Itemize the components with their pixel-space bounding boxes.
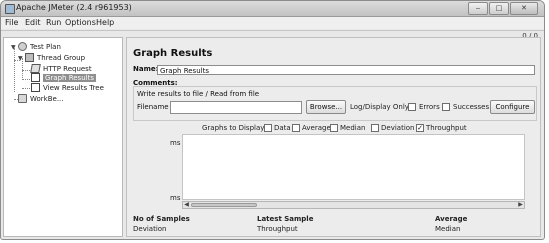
menu-edit[interactable]: Edit [25, 18, 41, 27]
throughput-label: Throughput [257, 225, 298, 233]
workbench-icon [18, 94, 27, 103]
deviation-label: Deviation [133, 225, 167, 233]
average-checkbox[interactable] [292, 124, 300, 132]
errors-checkbox[interactable] [408, 103, 416, 111]
filename-label: Filename [137, 103, 169, 111]
deviation-checkbox-label: Deviation [381, 124, 415, 132]
data-checkbox[interactable] [264, 124, 272, 132]
scroll-thumb[interactable] [191, 203, 257, 207]
sampler-icon [30, 64, 41, 73]
average-label: Average [435, 215, 468, 223]
tree-node-http-request[interactable]: HTTP Request [30, 64, 92, 73]
tree-node-graph-results[interactable]: Graph Results [31, 73, 96, 82]
menu-file[interactable]: File [5, 18, 18, 27]
horizontal-scrollbar[interactable]: ◀ ▶ [182, 201, 525, 209]
collapse-icon[interactable]: ▼ [11, 44, 16, 51]
latest-sample-label: Latest Sample [257, 215, 314, 223]
test-plan-icon [18, 42, 27, 51]
average-checkbox-label: Average [302, 124, 331, 132]
no-of-samples-label: No of Samples [133, 215, 190, 223]
thread-group-icon [25, 53, 34, 62]
tree-node-thread-group[interactable]: Thread Group [25, 53, 85, 62]
data-checkbox-label: Data [274, 124, 291, 132]
tree-node-workbench[interactable]: WorkBe... [18, 94, 64, 103]
app-icon [5, 4, 15, 14]
graphs-to-display-label: Graphs to Display [202, 124, 265, 132]
close-button[interactable]: ✕ [510, 2, 538, 15]
listener-icon [31, 83, 40, 92]
menu-help[interactable]: Help [96, 18, 114, 27]
browse-button[interactable]: Browse... [306, 100, 346, 114]
menu-options[interactable]: Options [65, 18, 96, 27]
window-title: Apache JMeter (2.4 r961953) [16, 3, 132, 12]
y-axis-min-label: ms [170, 194, 181, 202]
deviation-checkbox[interactable] [371, 124, 379, 132]
page-title: Graph Results [133, 48, 213, 59]
name-field[interactable]: Graph Results [157, 65, 535, 75]
maximize-button[interactable]: □ [489, 2, 509, 15]
successes-checkbox[interactable] [442, 103, 450, 111]
toolbar-divider [1, 30, 544, 31]
menu-run[interactable]: Run [46, 18, 61, 27]
scroll-left-icon[interactable]: ◀ [183, 202, 190, 208]
successes-label: Successes [453, 103, 490, 111]
graph-canvas [182, 134, 525, 200]
median-checkbox-label: Median [340, 124, 366, 132]
log-display-label: Log/Display Only: [350, 103, 411, 111]
tree-node-test-plan[interactable]: Test Plan [18, 42, 61, 51]
name-label: Name: [133, 65, 159, 73]
minimize-button[interactable]: ‒ [468, 2, 488, 15]
title-bar: Apache JMeter (2.4 r961953) ‒ □ ✕ [1, 1, 544, 17]
configure-button[interactable]: Configure [490, 100, 535, 114]
test-plan-tree: ▼ Test Plan ▼ Thread Group HTTP Request … [3, 37, 123, 237]
scroll-right-icon[interactable]: ▶ [517, 202, 524, 208]
collapse-icon[interactable]: ▼ [18, 55, 23, 62]
errors-label: Errors [419, 103, 440, 111]
window-controls: ‒ □ ✕ [467, 2, 538, 15]
file-section: Write results to file / Read from file F… [133, 86, 537, 121]
listener-icon [31, 73, 40, 82]
median-checkbox[interactable] [330, 124, 338, 132]
throughput-checkbox-label: Throughput [426, 124, 467, 132]
filename-input[interactable] [170, 101, 302, 114]
file-section-title: Write results to file / Read from file [137, 90, 260, 98]
graph-results-panel: Graph Results Name: Graph Results Commen… [126, 37, 541, 237]
throughput-checkbox[interactable]: ✓ [416, 124, 424, 132]
tree-node-view-results-tree[interactable]: View Results Tree [31, 83, 104, 92]
y-axis-max-label: ms [170, 139, 181, 147]
menu-bar: File Edit Run Options Help [1, 17, 544, 29]
median-label: Median [435, 225, 461, 233]
jmeter-window: Apache JMeter (2.4 r961953) ‒ □ ✕ File E… [0, 0, 545, 240]
